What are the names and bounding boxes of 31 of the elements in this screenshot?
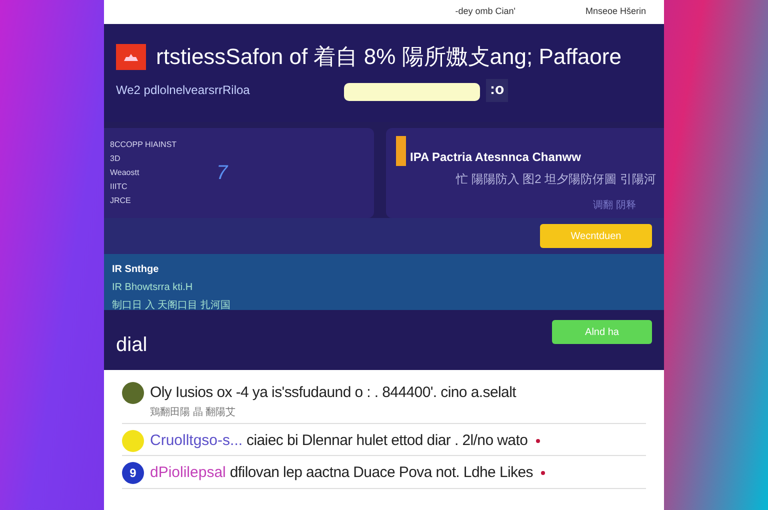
stat-label: 8CCOPP HIAINST: [110, 139, 177, 151]
stat-label: Weaostt: [110, 167, 140, 179]
feed-text: ciaiec bi Dlennar hulet ettod diar . 2l/no wato: [246, 430, 528, 450]
banner-text: IR Bhowtsrra kti.H: [112, 281, 194, 295]
banner-title: IR Snthge: [112, 263, 160, 277]
action-button[interactable]: :o: [486, 79, 508, 102]
subtitle: We2 pdlolnelvearsrrRiloa: [116, 82, 251, 100]
top-link[interactable]: Mnseoe Hšerin: [585, 5, 646, 19]
feed-tag: dPiolilepsal: [150, 462, 226, 484]
avatar: 9: [122, 462, 144, 484]
card-title: IPA Pactria Atesnnca Chanww: [410, 149, 581, 166]
stat-label: 3D: [110, 153, 122, 165]
bookmark-icon: [396, 136, 406, 166]
top-link[interactable]: -dey omb Cian': [455, 5, 516, 19]
feed-text: dfilovan lep aactna Duace Pova not. Ldhe Likes: [230, 463, 533, 483]
search-field[interactable]: [344, 83, 480, 102]
section-title: dial: [116, 333, 148, 358]
feed-tag: Cruolltgso-s...: [150, 430, 243, 452]
logo-icon: [116, 44, 146, 70]
stat-label: JRCE: [110, 195, 132, 207]
feed-item[interactable]: 9 dPiolilepsal dfilovan lep aactna Duace Pova not. Ldhe Likes: [122, 462, 646, 488]
banner-text: 制口日 入 天阁口目 扎河国: [112, 298, 232, 313]
feed-item[interactable]: Cruolltgso-s... ciaiec bi Dlennar hulet ettod diar . 2l/no wato: [122, 430, 646, 456]
stat-label: IIITC: [110, 181, 128, 193]
stat-value: 7: [216, 161, 228, 186]
card-subtitle: 忙 陽陽防入 图2 坦夕陽防伢圖 引陽河: [454, 171, 656, 188]
feed-text: Oly Iusios ox -4 ya is'ssfudaund o : . 844400'. cino a.selalt: [150, 383, 516, 403]
page-title: rtstiessSafon of 着自 8% 陽所嫐攴ang; Paffaore: [156, 43, 622, 71]
feed-item[interactable]: Oly Iusios ox -4 ya is'ssfudaund o : . 844400'. cino a.selalt 鶏翻田陽 晶 翻陽艾: [122, 382, 646, 424]
feed-meta: 鶏翻田陽 晶 翻陽艾: [150, 406, 237, 420]
card-note: 调翻 阴释: [593, 198, 636, 213]
